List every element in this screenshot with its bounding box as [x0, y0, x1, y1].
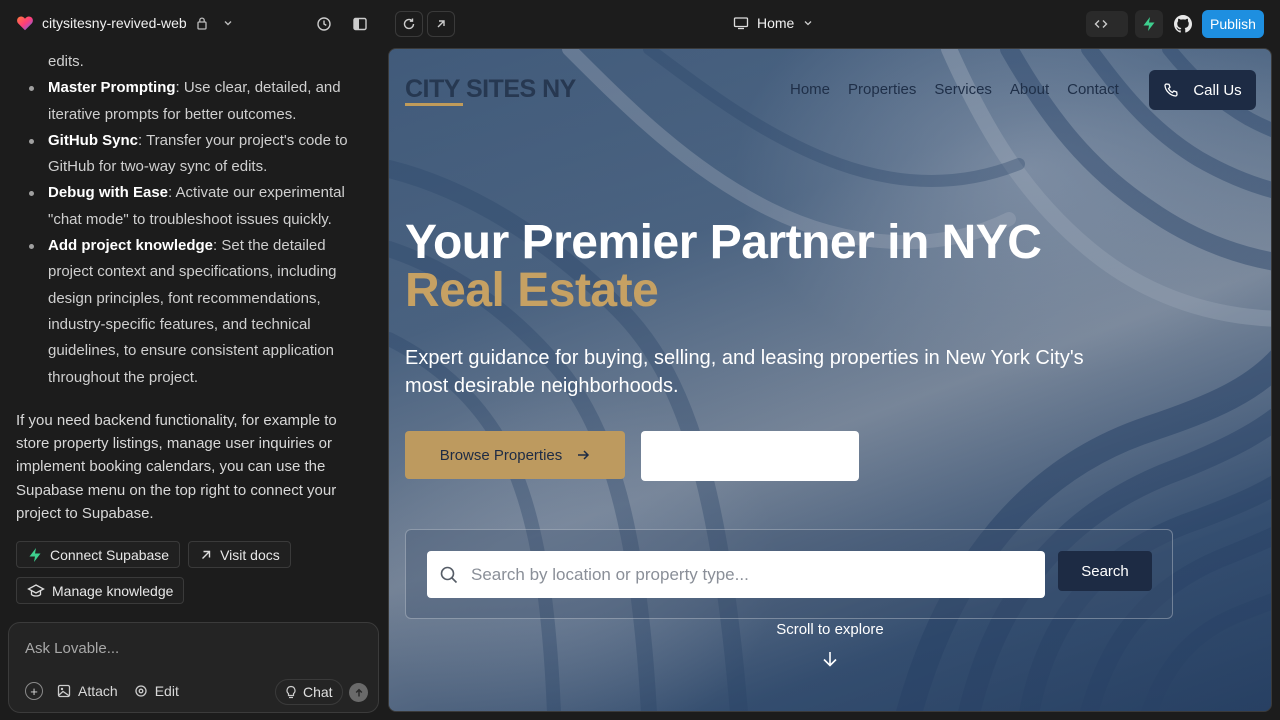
arrow-right-icon — [578, 450, 590, 460]
property-search-panel: Search by location or property type... S… — [405, 529, 1173, 619]
github-button[interactable] — [1170, 11, 1196, 37]
action-row: Connect Supabase Visit docs — [16, 541, 372, 569]
lightbulb-icon — [286, 685, 296, 699]
list-item: edits. — [48, 53, 84, 70]
code-icon — [1094, 20, 1108, 28]
nav-link-contact[interactable]: Contact — [1067, 81, 1119, 98]
chat-panel: edits. Master Prompting: Use clear, deta… — [0, 48, 388, 720]
site-nav: Home Properties Services About Contact — [790, 81, 1119, 98]
visit-docs-button[interactable]: Visit docs — [188, 541, 291, 569]
project-selector[interactable]: citysitesny-revived-web — [16, 14, 235, 32]
chevron-down-icon — [804, 21, 812, 26]
project-name: citysitesny-revived-web — [42, 15, 187, 31]
manage-knowledge-button[interactable]: Manage knowledge — [16, 577, 185, 605]
list-item: Add project knowledge: Set the detailed … — [16, 233, 372, 391]
phone-icon — [1164, 83, 1178, 97]
site-preview: CITY SITES NY Home Properties Services A… — [388, 48, 1272, 712]
search-icon — [440, 566, 458, 583]
github-icon — [1174, 15, 1192, 33]
connect-supabase-button[interactable]: Connect Supabase — [16, 541, 181, 569]
add-button[interactable]: + — [25, 682, 43, 700]
logo-underline — [405, 103, 463, 106]
attach-button[interactable]: Attach — [57, 683, 118, 699]
monitor-icon — [733, 17, 749, 30]
scroll-hint: Scroll to explore — [776, 621, 884, 638]
site-logo[interactable]: CITY SITES NY — [405, 75, 576, 104]
supabase-bolt-icon — [29, 547, 41, 562]
list-item: Master Prompting: Use clear, detailed, a… — [16, 75, 372, 128]
hero-headline-line2: Real Estate — [405, 264, 659, 317]
arrow-down-icon[interactable] — [820, 649, 840, 669]
chat-composer[interactable]: Ask Lovable... + Attach Edit Chat — [8, 622, 379, 713]
open-external-button[interactable] — [427, 11, 455, 37]
chat-mode-toggle[interactable]: Chat — [275, 679, 343, 705]
search-button[interactable]: Search — [1058, 551, 1152, 591]
top-bar: citysitesny-revived-web Home Publish — [0, 0, 1280, 48]
composer-toolbar: + Attach Edit — [25, 682, 179, 700]
secondary-hero-button[interactable] — [641, 431, 859, 481]
target-icon — [135, 685, 147, 697]
lock-icon — [197, 17, 207, 30]
call-us-button[interactable]: Call Us — [1149, 70, 1256, 110]
code-view-button[interactable] — [1089, 13, 1113, 35]
page-selector-label: Home — [757, 15, 795, 31]
action-row: Manage knowledge — [16, 577, 372, 605]
page-selector[interactable]: Home — [733, 15, 814, 31]
hero-headline-line1: Your Premier Partner in NYC — [405, 216, 1042, 269]
send-button[interactable] — [349, 683, 368, 702]
supabase-button[interactable] — [1135, 10, 1163, 38]
image-icon — [57, 684, 71, 698]
nav-link-home[interactable]: Home — [790, 81, 830, 98]
list-item: Debug with Ease: Activate our experiment… — [16, 180, 372, 233]
arrow-up-right-icon — [202, 550, 211, 559]
lovable-heart-icon — [17, 16, 33, 31]
edit-button[interactable]: Edit — [134, 683, 179, 699]
refresh-icon — [403, 18, 415, 30]
chat-paragraph: If you need backend functionality, for e… — [16, 411, 337, 523]
nav-link-services[interactable]: Services — [934, 81, 992, 98]
refresh-button[interactable] — [395, 11, 423, 37]
publish-button[interactable]: Publish — [1202, 10, 1264, 38]
chat-messages: edits. Master Prompting: Use clear, deta… — [0, 48, 388, 608]
search-placeholder: Search by location or property type... — [471, 564, 749, 584]
nav-link-about[interactable]: About — [1010, 81, 1049, 98]
chat-input[interactable]: Ask Lovable... — [25, 640, 119, 657]
hero-headline: Your Premier Partner in NYC Real Estate — [405, 216, 1042, 317]
history-icon[interactable] — [312, 12, 336, 36]
feature-list: edits. Master Prompting: Use clear, deta… — [16, 49, 372, 391]
browse-properties-button[interactable]: Browse Properties — [405, 431, 625, 479]
hero-subtitle: Expert guidance for buying, selling, and… — [405, 347, 1084, 397]
arrow-up-right-icon — [437, 20, 445, 28]
supabase-bolt-icon — [1143, 17, 1155, 31]
nav-link-properties[interactable]: Properties — [848, 81, 916, 98]
property-search-input[interactable]: Search by location or property type... — [427, 551, 1045, 598]
sidebar-toggle-icon[interactable] — [348, 12, 372, 36]
arrow-up-icon — [355, 688, 362, 696]
graduation-cap-icon — [27, 584, 45, 597]
chevron-down-icon[interactable] — [221, 16, 235, 30]
list-item: GitHub Sync: Transfer your project's cod… — [16, 128, 372, 181]
